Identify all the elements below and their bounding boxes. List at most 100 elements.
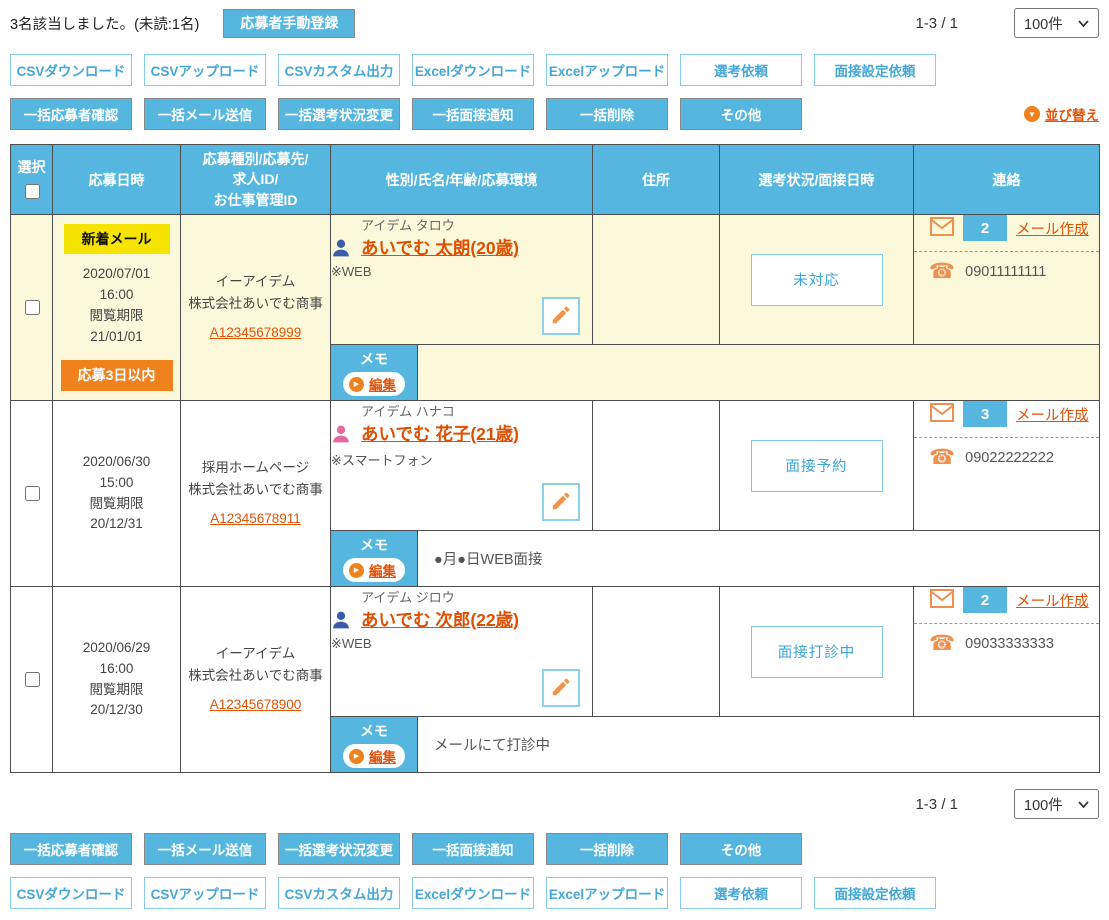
bulk-delete-button[interactable]: 一括削除 bbox=[546, 98, 668, 130]
phone-number: 09022222222 bbox=[965, 450, 1054, 466]
chevron-down-icon bbox=[1078, 15, 1089, 31]
row2-checkbox[interactable] bbox=[25, 486, 40, 501]
header-select-label: 選択 bbox=[18, 157, 46, 177]
row3-type-cell: イーアイデム 株式会社あいでむ商事 A12345678900 bbox=[181, 587, 331, 773]
bulk-other-button[interactable]: その他 bbox=[680, 98, 802, 130]
edit-applicant-button[interactable] bbox=[542, 669, 580, 707]
mail-count-badge[interactable]: 2 bbox=[963, 215, 1007, 241]
selection-request-button[interactable]: 選考依頼 bbox=[680, 877, 802, 909]
apply-environment: ※WEB bbox=[331, 636, 592, 652]
mail-create-link[interactable]: メール作成 bbox=[1016, 404, 1089, 425]
csv-custom-output-button[interactable]: CSVカスタム出力 bbox=[278, 54, 400, 86]
interview-setting-request-button[interactable]: 面接設定依頼 bbox=[814, 54, 936, 86]
csv-upload-button[interactable]: CSVアップロード bbox=[144, 877, 266, 909]
status-button[interactable]: 未対応 bbox=[751, 254, 883, 306]
row2-contact-cell: 3 メール作成 ☎ 09022222222 bbox=[914, 401, 1100, 531]
job-id-link[interactable]: A12345678999 bbox=[210, 322, 302, 344]
bulk-interview-notice-button[interactable]: 一括面接通知 bbox=[412, 98, 534, 130]
row1-checkbox[interactable] bbox=[25, 300, 40, 315]
row1-memo-cell: メモ ▶ 編集 bbox=[331, 345, 1100, 401]
apply-time: 16:00 bbox=[53, 285, 180, 306]
row2-memo-cell: メモ ▶ 編集 ●月●日WEB面接 bbox=[331, 531, 1100, 587]
bulk-applicant-confirm-button[interactable]: 一括応募者確認 bbox=[10, 833, 132, 865]
per-page-value: 100件 bbox=[1024, 13, 1063, 34]
csv-download-button[interactable]: CSVダウンロード bbox=[10, 877, 132, 909]
memo-edit-label: 編集 bbox=[369, 746, 396, 766]
apply-source: イーアイデム bbox=[181, 643, 330, 665]
header-date: 応募日時 bbox=[53, 145, 181, 215]
apply-environment: ※WEB bbox=[331, 264, 592, 280]
row1-select-cell bbox=[11, 215, 53, 401]
top-bar: 3名該当しました。(未読:1名) 応募者手動登録 1-3 / 1 100件 bbox=[10, 8, 1099, 38]
table-row: 2020/06/30 15:00 閲覧期限 20/12/31 採用ホームページ … bbox=[11, 401, 1100, 531]
row3-checkbox[interactable] bbox=[25, 672, 40, 687]
play-icon: ▶ bbox=[349, 563, 364, 578]
row3-select-cell bbox=[11, 587, 53, 773]
memo-text: メールにて打診中 bbox=[418, 717, 1099, 772]
select-all-checkbox[interactable] bbox=[25, 184, 40, 199]
memo-edit-button[interactable]: ▶ 編集 bbox=[343, 372, 405, 396]
status-button[interactable]: 面接予約 bbox=[751, 440, 883, 492]
bulk-delete-button[interactable]: 一括削除 bbox=[546, 833, 668, 865]
memo-edit-button[interactable]: ▶ 編集 bbox=[343, 744, 405, 768]
view-limit-date: 20/12/31 bbox=[53, 514, 180, 535]
bulk-mail-send-button[interactable]: 一括メール送信 bbox=[144, 833, 266, 865]
per-page-select[interactable]: 100件 bbox=[1014, 789, 1099, 819]
row2-type-cell: 採用ホームページ 株式会社あいでむ商事 A12345678911 bbox=[181, 401, 331, 587]
edit-applicant-button[interactable] bbox=[542, 483, 580, 521]
bulk-other-button[interactable]: その他 bbox=[680, 833, 802, 865]
bulk-mail-send-button[interactable]: 一括メール送信 bbox=[144, 98, 266, 130]
header-select: 選択 bbox=[11, 145, 53, 215]
excel-download-button[interactable]: Excelダウンロード bbox=[412, 54, 534, 86]
excel-upload-button[interactable]: Excelアップロード bbox=[546, 54, 668, 86]
edit-applicant-button[interactable] bbox=[542, 297, 580, 335]
person-icon bbox=[331, 424, 351, 447]
memo-tab: メモ ▶ 編集 bbox=[331, 531, 418, 586]
applicant-kana: アイデム ハナコ bbox=[361, 401, 592, 420]
csv-upload-button[interactable]: CSVアップロード bbox=[144, 54, 266, 86]
memo-edit-button[interactable]: ▶ 編集 bbox=[343, 558, 405, 582]
row2-address-cell bbox=[593, 401, 720, 531]
bulk-status-change-button[interactable]: 一括選考状況変更 bbox=[278, 98, 400, 130]
mail-create-link[interactable]: メール作成 bbox=[1016, 590, 1089, 611]
memo-label: メモ bbox=[360, 349, 388, 369]
pencil-icon bbox=[550, 490, 572, 515]
job-id-link[interactable]: A12345678900 bbox=[210, 694, 302, 716]
bulk-interview-notice-button[interactable]: 一括面接通知 bbox=[412, 833, 534, 865]
header-status: 選考状況/面接日時 bbox=[720, 145, 914, 215]
applicant-name-link[interactable]: あいでむ 花子(21歳) bbox=[361, 424, 519, 444]
bulk-applicant-confirm-button[interactable]: 一括応募者確認 bbox=[10, 98, 132, 130]
header-type: 応募種別/応募先/ 求人ID/ お仕事管理ID bbox=[181, 145, 331, 215]
mail-create-link[interactable]: メール作成 bbox=[1016, 218, 1089, 239]
pagination-label: 1-3 / 1 bbox=[915, 15, 958, 32]
applicant-name-link[interactable]: あいでむ 太朗(20歳) bbox=[361, 238, 519, 258]
selection-request-button[interactable]: 選考依頼 bbox=[680, 54, 802, 86]
memo-label: メモ bbox=[360, 535, 388, 555]
csv-custom-output-button[interactable]: CSVカスタム出力 bbox=[278, 877, 400, 909]
sort-link[interactable]: ▼ 並び替え bbox=[1024, 104, 1099, 124]
apply-environment: ※スマートフォン bbox=[331, 450, 592, 469]
phone-icon: ☎ bbox=[929, 447, 955, 468]
row1-contact-cell: 2 メール作成 ☎ 09011111111 bbox=[914, 215, 1100, 345]
applicant-name-link[interactable]: あいでむ 次郎(22歳) bbox=[361, 610, 519, 630]
phone-number: 09011111111 bbox=[965, 264, 1046, 280]
pagination-label: 1-3 / 1 bbox=[915, 796, 958, 813]
csv-download-button[interactable]: CSVダウンロード bbox=[10, 54, 132, 86]
bulk-status-change-button[interactable]: 一括選考状況変更 bbox=[278, 833, 400, 865]
memo-text bbox=[418, 345, 1099, 400]
mail-count-badge[interactable]: 2 bbox=[963, 587, 1007, 613]
manual-register-button[interactable]: 応募者手動登録 bbox=[223, 9, 355, 38]
view-limit-label: 閲覧期限 bbox=[53, 306, 180, 327]
job-id-link[interactable]: A12345678911 bbox=[210, 508, 301, 530]
excel-download-button[interactable]: Excelダウンロード bbox=[412, 877, 534, 909]
pencil-icon bbox=[550, 676, 572, 701]
mail-count-badge[interactable]: 3 bbox=[963, 401, 1007, 427]
interview-setting-request-button[interactable]: 面接設定依頼 bbox=[814, 877, 936, 909]
view-limit-date: 20/12/30 bbox=[53, 700, 180, 721]
apply-company: 株式会社あいでむ商事 bbox=[181, 665, 330, 687]
status-button[interactable]: 面接打診中 bbox=[751, 626, 883, 678]
new-mail-badge: 新着メール bbox=[64, 224, 170, 254]
per-page-select[interactable]: 100件 bbox=[1014, 8, 1099, 38]
row1-name-cell: アイデム タロウ あいでむ 太朗(20歳) ※WEB bbox=[331, 215, 593, 345]
excel-upload-button[interactable]: Excelアップロード bbox=[546, 877, 668, 909]
